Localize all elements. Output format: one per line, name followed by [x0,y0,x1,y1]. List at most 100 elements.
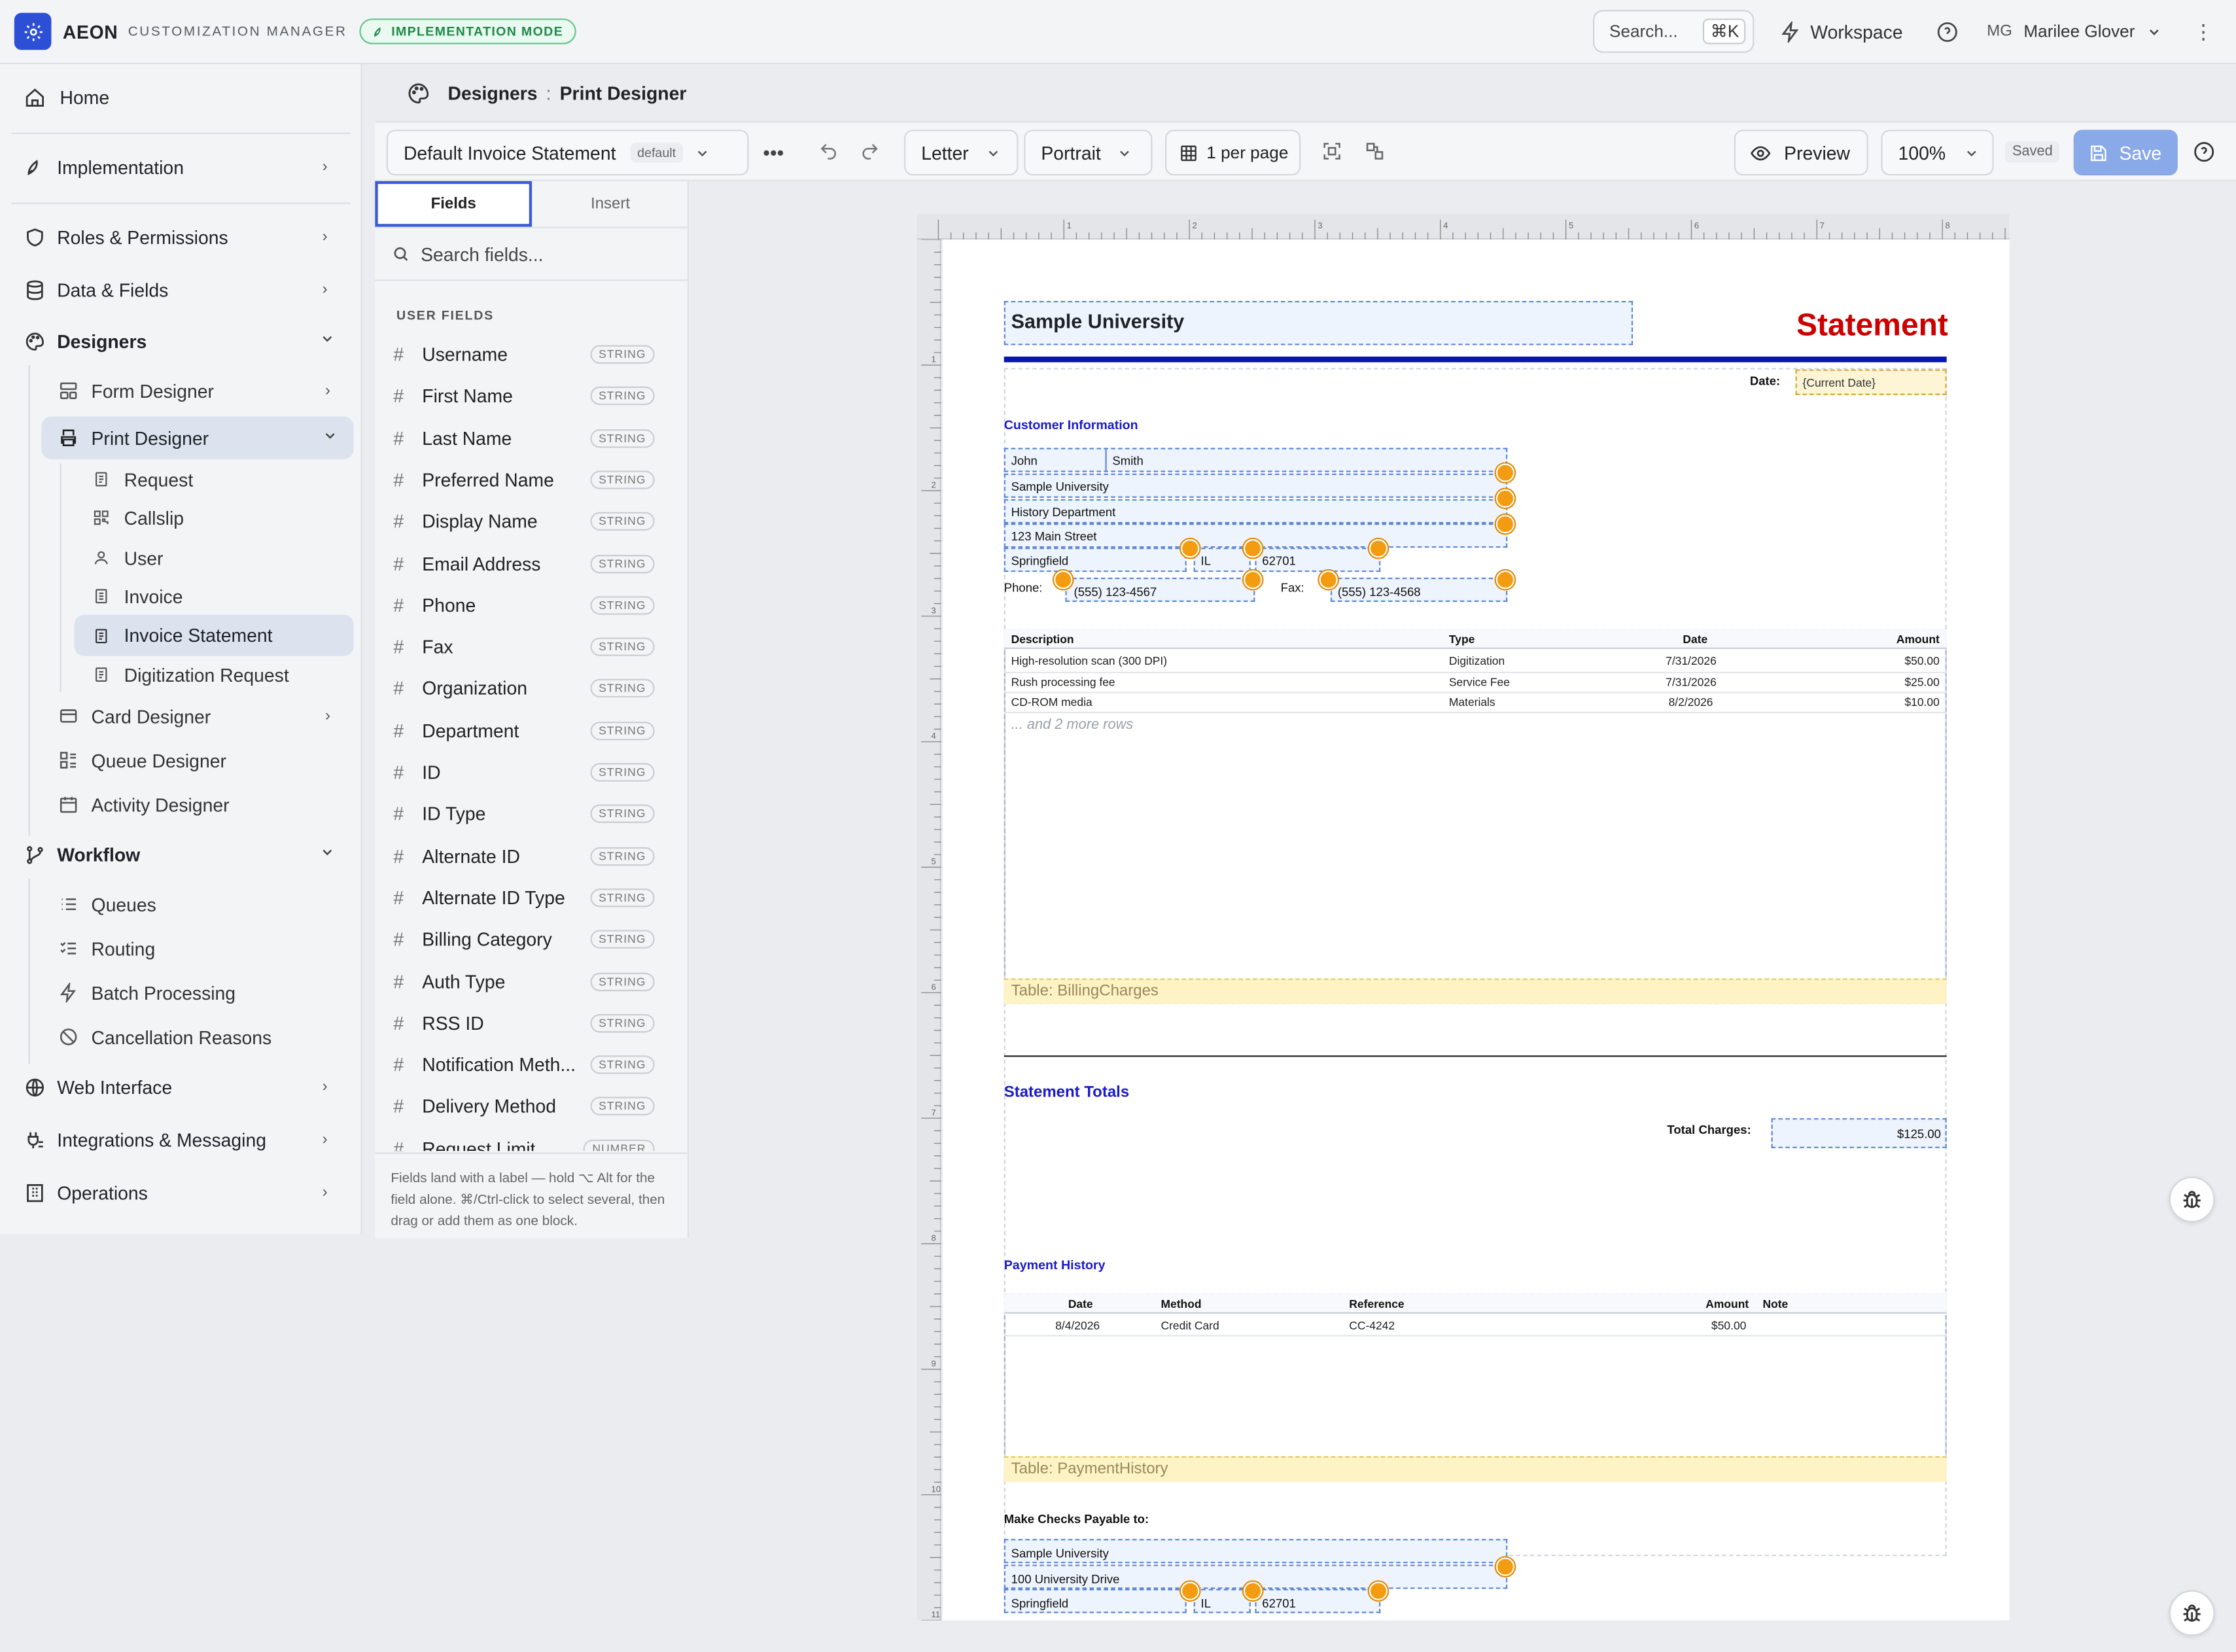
more-horizontal-icon[interactable]: ••• [763,141,784,164]
warning-icon[interactable] [1495,489,1515,508]
total-label: Total Charges: [1667,1122,1751,1137]
sidebar-item-workflow[interactable]: Workflow [0,839,361,870]
orientation-select[interactable]: Portrait [1024,130,1153,176]
print-page[interactable]: Sample University Statement Date: {Curre… [942,239,2010,1621]
field-item[interactable]: # ID STRING [375,752,686,793]
tab-insert[interactable]: Insert [532,181,689,227]
help-icon[interactable] [2193,141,2215,163]
row-divider [1004,1335,1947,1337]
hash-icon: # [393,343,404,366]
field-item[interactable]: # Fax STRING [375,626,686,667]
warning-icon[interactable] [1369,1581,1388,1600]
field-search[interactable]: Search fields... [375,228,689,281]
warning-icon[interactable] [1495,463,1515,482]
preview-button[interactable]: Preview [1734,130,1868,176]
sidebar-item-print-designer[interactable]: Print Designer [41,416,354,459]
sidebar-item-cancellation-reasons[interactable]: Cancellation Reasons [0,1021,361,1053]
payments-table[interactable] [1004,1293,1947,1483]
sidebar-item-home[interactable]: Home [0,81,361,113]
sidebar-item-designers[interactable]: Designers [0,325,361,357]
sidebar-item-implementation[interactable]: Implementation › [0,151,361,183]
payable-street: 100 University Drive [1011,1572,1120,1587]
field-item[interactable]: # Last Name STRING [375,417,686,459]
warning-icon[interactable] [1319,571,1338,589]
field-item[interactable]: # Auth Type STRING [375,960,686,1002]
field-item[interactable]: # Username STRING [375,334,686,375]
field-item[interactable]: # Display Name STRING [375,501,686,542]
warning-icon[interactable] [1243,1581,1263,1600]
paper-size-select[interactable]: Letter [904,130,1019,176]
fit-to-page-icon[interactable] [1322,141,1342,162]
field-name: ID Type [422,803,486,825]
payments-col-method: Method [1161,1297,1202,1311]
layout-icon[interactable] [1365,141,1385,162]
warning-icon[interactable] [1243,571,1263,589]
field-item[interactable]: # Alternate ID Type STRING [375,877,686,918]
undo-icon[interactable] [818,141,839,162]
sidebar-item-batch-processing[interactable]: Batch Processing [0,977,361,1008]
warning-icon[interactable] [1495,1557,1515,1576]
name-field[interactable] [1004,448,1508,472]
sidebar-item-digitization-request[interactable]: Digitization Request [0,659,361,690]
debug-button-secondary[interactable] [2169,1590,2215,1636]
hash-icon: # [393,1054,404,1076]
sidebar-item-queues[interactable]: Queues [0,888,361,920]
field-item[interactable]: # Preferred Name STRING [375,459,686,501]
charges-cell: CD-ROM media [1011,695,1092,709]
organization: Sample University [1011,479,1109,494]
template-select[interactable]: Default Invoice Statement default [386,130,749,176]
zoom-select[interactable]: 100% [1881,130,1994,176]
field-item[interactable]: # Email Address STRING [375,542,686,584]
warning-icon[interactable] [1243,539,1263,558]
warning-icon[interactable] [1054,571,1073,589]
field-name: RSS ID [422,1012,484,1034]
global-search[interactable]: Search... ⌘K [1594,10,1755,53]
breadcrumb-parent[interactable]: Designers [448,82,538,103]
debug-button[interactable] [2169,1176,2215,1223]
sidebar-item-request[interactable]: Request [0,464,361,495]
sidebar-item-invoice-statement[interactable]: Invoice Statement [74,614,354,656]
warning-icon[interactable] [1181,1581,1200,1600]
chevron-right-icon: › [322,158,328,176]
field-item[interactable]: # First Name STRING [375,376,686,417]
warning-icon[interactable] [1369,539,1388,558]
sidebar-item-invoice[interactable]: Invoice [0,580,361,612]
sidebar-item-web-interface[interactable]: Web Interface › [0,1071,361,1102]
warning-icon[interactable] [1495,514,1515,534]
workspace-button[interactable]: Workspace [1781,20,1903,43]
warning-icon[interactable] [1495,571,1515,589]
sidebar-item-activity-designer[interactable]: Activity Designer [0,789,361,820]
field-item[interactable]: # ID Type STRING [375,794,686,835]
preview-label: Preview [1784,141,1851,164]
sidebar-item-operations[interactable]: Operations › [0,1177,361,1208]
sidebar-item-user[interactable]: User [0,542,361,573]
field-item[interactable]: # Billing Category STRING [375,919,686,960]
field-item[interactable]: # Organization STRING [375,668,686,709]
template-badge: default [630,143,683,163]
redo-icon[interactable] [860,141,881,162]
per-page-button[interactable]: 1 per page [1165,130,1301,176]
sidebar-item-data-fields[interactable]: Data & Fields › [0,274,361,306]
field-item[interactable]: # Notification Meth... STRING [375,1044,686,1085]
warning-icon[interactable] [1181,539,1200,558]
gear-logo-icon[interactable] [14,12,52,50]
help-icon[interactable] [1937,21,1959,43]
sidebar-item-roles[interactable]: Roles & Permissions › [0,221,361,253]
sidebar-item-form-designer[interactable]: Form Designer › [0,375,361,406]
save-button[interactable]: Save [2073,130,2178,176]
sidebar-item-card-designer[interactable]: Card Designer › [0,700,361,731]
sidebar-item-callslip[interactable]: Callslip [0,502,361,533]
sidebar-item-routing[interactable]: Routing [0,933,361,964]
field-item[interactable]: # Delivery Method STRING [375,1086,686,1127]
sidebar-item-integrations[interactable]: Integrations & Messaging › [0,1124,361,1155]
hash-icon: # [393,678,404,700]
sidebar-item-queue-designer[interactable]: Queue Designer [0,745,361,776]
field-item[interactable]: # Department STRING [375,710,686,751]
field-item[interactable]: # RSS ID STRING [375,1002,686,1044]
more-vertical-icon[interactable]: ⋮ [2193,19,2214,43]
field-item[interactable]: # Alternate ID STRING [375,835,686,877]
tab-fields[interactable]: Fields [375,181,533,227]
field-item[interactable]: # Phone STRING [375,584,686,625]
user-menu[interactable]: MG Marilee Glover [1987,22,2162,41]
field-item[interactable]: # Request Limit NUMBER [375,1128,686,1151]
